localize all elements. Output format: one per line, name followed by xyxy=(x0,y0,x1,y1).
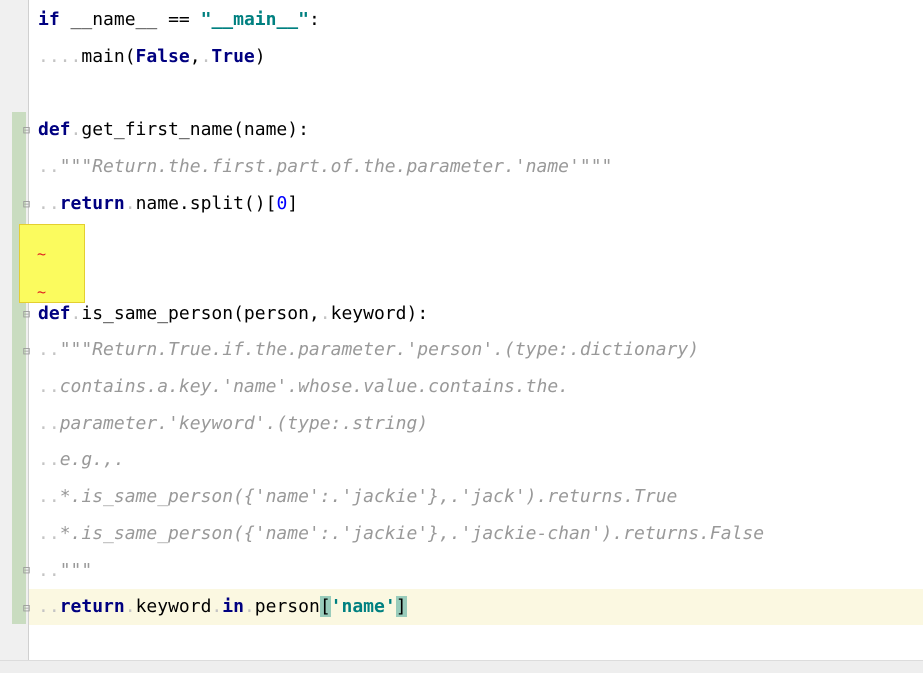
change-marker-bar[interactable] xyxy=(12,112,26,624)
code-line[interactable]: ..contains.a.key.'name'.whose.value.cont… xyxy=(38,369,569,405)
code-line[interactable]: ..return.keyword.in.person['name'] xyxy=(38,589,407,625)
code-token: *.is_same_person({'name':.'jackie'},.'ja… xyxy=(59,486,678,508)
warning-highlight[interactable] xyxy=(19,224,85,303)
code-token: .. xyxy=(38,522,60,544)
code-token: 0 xyxy=(276,192,288,214)
code-line[interactable]: ..*.is_same_person({'name':.'jackie'},.'… xyxy=(38,516,764,552)
code-token: if xyxy=(38,9,60,30)
code-token: : xyxy=(308,9,320,30)
code-token: .. xyxy=(38,192,60,214)
code-line[interactable]: .."""Return.the.first.part.of.the.parame… xyxy=(38,149,612,185)
code-token: .. xyxy=(38,596,60,618)
code-line[interactable]: ..parameter.'keyword'.(type:.string) xyxy=(38,406,428,442)
fold-end-icon[interactable]: ⊟ xyxy=(20,601,33,615)
code-token: . xyxy=(319,302,331,324)
code-token: .. xyxy=(38,486,60,508)
code-line[interactable]: def.is_same_person(person,.keyword): xyxy=(38,296,428,332)
code-token: .. xyxy=(38,155,60,177)
code-token: return xyxy=(59,596,125,618)
horizontal-scrollbar[interactable] xyxy=(0,660,923,673)
code-token: ) xyxy=(254,45,266,67)
code-token: is_same_person(person, xyxy=(81,302,320,324)
code-token: keyword xyxy=(135,596,212,618)
code-token: ] xyxy=(395,596,407,618)
code-token: . xyxy=(124,596,136,618)
code-token: """ xyxy=(59,559,93,581)
code-token: .. xyxy=(38,559,60,581)
code-line[interactable]: if __name__ == "__main__": xyxy=(38,2,320,38)
code-token: .... xyxy=(38,45,82,67)
code-line[interactable]: ..*.is_same_person({'name':.'jackie'},.'… xyxy=(38,479,677,515)
code-token: """Return.True.if.the.parameter.'person'… xyxy=(59,339,700,361)
code-token: True xyxy=(211,45,255,67)
code-line[interactable]: ..e.g.,. xyxy=(38,442,125,478)
code-token: e.g.,. xyxy=(59,449,125,471)
code-token: get_first_name(name): xyxy=(81,119,309,141)
code-line[interactable]: ..""" xyxy=(38,553,92,589)
code-token: keyword): xyxy=(330,302,429,324)
code-token: "__main__" xyxy=(200,9,309,30)
code-token: [ xyxy=(319,596,331,618)
code-token: . xyxy=(243,596,255,618)
code-token: .. xyxy=(38,449,60,471)
fold-end-icon[interactable]: ⊟ xyxy=(20,197,33,211)
code-token: .. xyxy=(38,339,60,361)
code-token: False xyxy=(135,45,190,67)
code-token: .. xyxy=(38,412,60,434)
fold-start-icon[interactable]: ⊟ xyxy=(20,307,33,321)
code-token: def xyxy=(38,119,71,141)
code-token: . xyxy=(70,119,82,141)
code-token: parameter.'keyword'.(type:.string) xyxy=(59,412,429,434)
code-token: 'name' xyxy=(330,596,396,618)
code-line[interactable]: ....main(False,.True) xyxy=(38,39,266,75)
fold-end-icon[interactable]: ⊟ xyxy=(20,563,33,577)
fold-start-icon[interactable]: ⊟ xyxy=(20,344,33,358)
code-token: __name__ xyxy=(70,9,158,30)
code-token: contains.a.key.'name'.whose.value.contai… xyxy=(59,376,570,397)
code-token: , xyxy=(189,45,201,67)
code-token: . xyxy=(124,192,136,214)
code-token: """Return.the.first.part.of.the.paramete… xyxy=(59,155,613,177)
warning-tilde: ~ xyxy=(37,245,47,263)
code-token: .. xyxy=(38,376,60,397)
code-token: in xyxy=(222,596,244,618)
code-token: . xyxy=(200,45,212,67)
code-line[interactable]: ..return.name.split()[0] xyxy=(38,186,298,222)
code-token: . xyxy=(211,596,223,618)
code-token: ] xyxy=(287,192,299,214)
code-token: return xyxy=(59,192,125,214)
code-token: main( xyxy=(81,45,136,67)
code-token: name.split()[ xyxy=(135,192,277,214)
code-line[interactable]: def.get_first_name(name): xyxy=(38,112,309,148)
code-token: *.is_same_person({'name':.'jackie'},.'ja… xyxy=(59,522,765,544)
code-token: . xyxy=(70,302,82,324)
code-line[interactable]: .."""Return.True.if.the.parameter.'perso… xyxy=(38,332,699,368)
code-token: person xyxy=(254,596,320,618)
code-token: def xyxy=(38,302,71,324)
code-token: == xyxy=(168,9,190,30)
fold-start-icon[interactable]: ⊟ xyxy=(20,123,33,137)
